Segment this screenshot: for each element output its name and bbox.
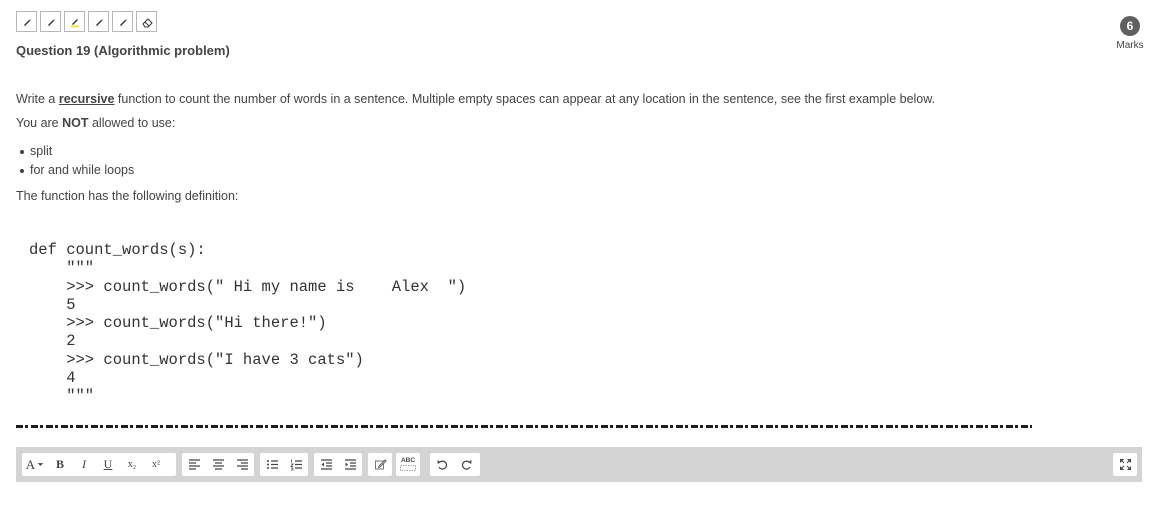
- text-format-group: A B I U x₂ x²: [22, 453, 176, 476]
- list-item: for and while loops: [20, 160, 134, 179]
- bold-button[interactable]: B: [48, 453, 72, 476]
- history-group: [430, 453, 480, 476]
- not-keyword: NOT: [62, 116, 89, 130]
- list-group: [260, 453, 308, 476]
- highlighter-tool-button[interactable]: [64, 11, 85, 32]
- restriction-text-a: You are: [16, 116, 63, 130]
- pen-tool-button-3[interactable]: [88, 11, 109, 32]
- eraser-tool-button[interactable]: [136, 11, 157, 32]
- bullet-list-button[interactable]: [260, 453, 284, 476]
- question-title: Question 19 (Algorithmic problem): [16, 43, 230, 58]
- fullscreen-icon: [1119, 459, 1131, 470]
- pen-tool-button-2[interactable]: [40, 11, 61, 32]
- bullet-icon: [20, 149, 24, 154]
- redo-icon: [461, 460, 471, 470]
- outdent-button[interactable]: [314, 453, 338, 476]
- align-group: [182, 453, 254, 476]
- underline-button[interactable]: U: [96, 453, 120, 476]
- recursive-keyword: recursive: [58, 92, 115, 106]
- font-dropdown[interactable]: A: [22, 453, 48, 476]
- align-right-icon: [236, 459, 248, 470]
- list-item-text: split: [30, 143, 53, 158]
- numbered-list-icon: [289, 459, 302, 471]
- restriction-list: split for and while loops: [20, 141, 134, 179]
- subscript-button[interactable]: x₂: [120, 453, 144, 476]
- pen-icon: [119, 18, 127, 26]
- spellcheck-group: ABC: [396, 453, 420, 476]
- rich-text-toolbar: A B I U x₂ x² ABC: [16, 447, 1142, 482]
- indent-group: [314, 453, 362, 476]
- indent-icon: [344, 459, 356, 470]
- function-definition-code: def count_words(s): """ >>> count_words(…: [29, 241, 467, 406]
- italic-button[interactable]: I: [72, 453, 96, 476]
- numbered-list-button[interactable]: [284, 453, 308, 476]
- align-center-button[interactable]: [206, 453, 230, 476]
- answer-separator: [16, 425, 1032, 428]
- chevron-down-icon: [37, 463, 44, 466]
- pen-icon: [47, 18, 55, 26]
- indent-button[interactable]: [338, 453, 362, 476]
- question-prompt: Write a recursive function to count the …: [16, 92, 935, 106]
- fullscreen-group: [1113, 453, 1137, 476]
- restriction-text: You are NOT allowed to use:: [16, 116, 175, 130]
- restriction-text-b: allowed to use:: [88, 116, 176, 130]
- edit-pencil-icon: [374, 459, 387, 470]
- pen-tool-button-4[interactable]: [112, 11, 133, 32]
- pen-icon: [95, 18, 103, 26]
- highlighter-yellow-icon: [70, 18, 79, 27]
- pen-icon: [23, 18, 31, 26]
- definition-intro: The function has the following definitio…: [16, 189, 239, 203]
- fullscreen-button[interactable]: [1113, 453, 1137, 476]
- align-center-icon: [212, 459, 224, 470]
- undo-icon: [437, 460, 447, 470]
- font-label: A: [25, 456, 36, 472]
- clear-formatting-button[interactable]: [368, 453, 392, 476]
- eraser-icon: [141, 17, 153, 27]
- marks-label: Marks: [1116, 40, 1144, 51]
- drawing-toolbar: [16, 11, 157, 32]
- clear-format-group: [368, 453, 392, 476]
- prompt-text-a: Write a: [16, 92, 59, 106]
- spellcheck-button[interactable]: ABC: [396, 453, 420, 476]
- align-left-button[interactable]: [182, 453, 206, 476]
- pen-tool-button-1[interactable]: [16, 11, 37, 32]
- list-item: split: [20, 141, 134, 160]
- marks-value: 6: [1120, 16, 1140, 36]
- spellcheck-icon: [400, 464, 416, 471]
- bullet-list-icon: [266, 460, 278, 469]
- superscript-button[interactable]: x²: [144, 453, 168, 476]
- bullet-icon: [20, 168, 24, 173]
- prompt-text-b: function to count the number of words in…: [114, 92, 936, 106]
- align-left-icon: [188, 459, 200, 470]
- marks-indicator: 6 Marks: [1110, 16, 1150, 51]
- list-item-text: for and while loops: [30, 162, 135, 177]
- align-right-button[interactable]: [230, 453, 254, 476]
- undo-button[interactable]: [430, 453, 454, 476]
- redo-button[interactable]: [454, 453, 478, 476]
- outdent-icon: [320, 459, 332, 470]
